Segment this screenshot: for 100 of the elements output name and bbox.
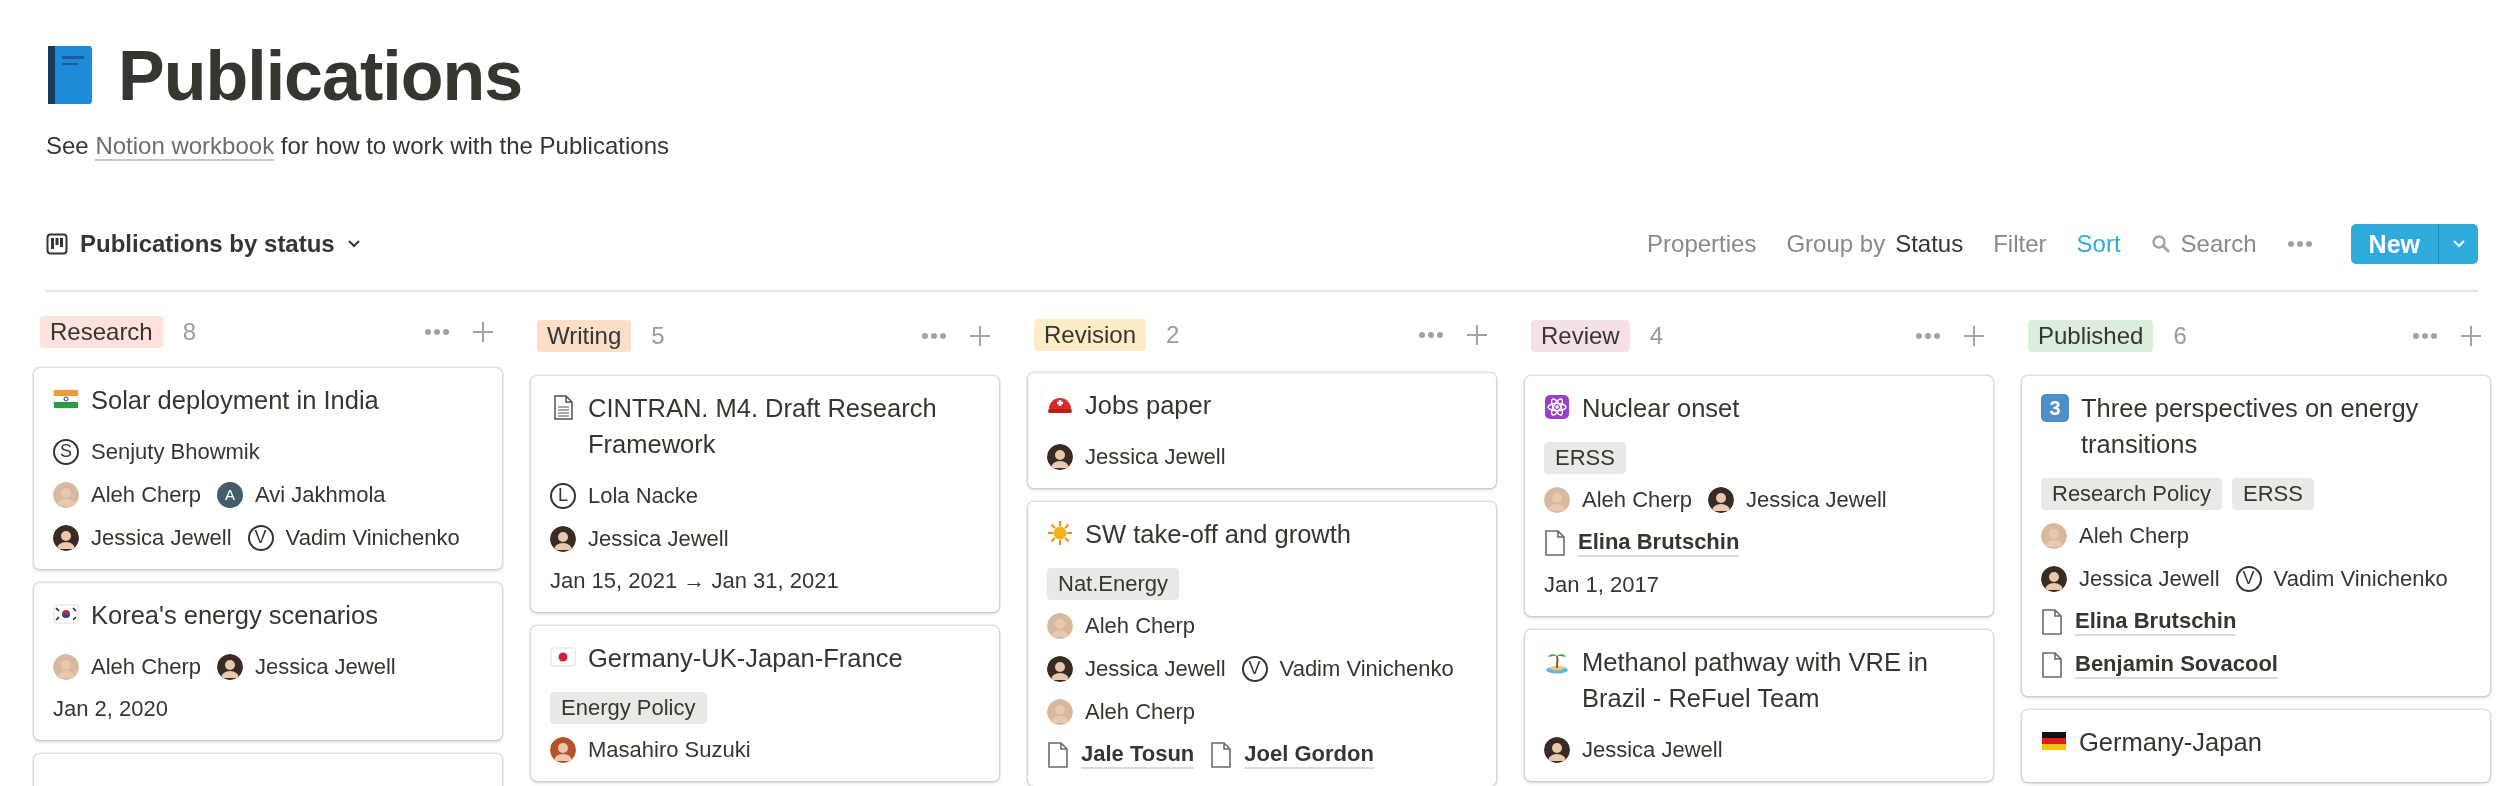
- person-name: Aleh Cherp: [1085, 612, 1196, 639]
- page-link[interactable]: Jale Tosun: [1081, 740, 1195, 769]
- card-count: 2: [1166, 320, 1180, 349]
- date-text: Jan 15, 2021 → Jan 31, 2021: [550, 567, 840, 595]
- page-link[interactable]: Joel Gordon: [1244, 740, 1374, 769]
- card-title: Solar deployment in India: [91, 385, 379, 416]
- add-icon[interactable]: [2460, 325, 2482, 347]
- card-title: Three perspectives on energy transitions: [2081, 393, 2420, 460]
- card[interactable]: Jobs paper Jessica Jewell: [1028, 373, 1496, 488]
- card[interactable]: Solar deployment in India S Senjuty Bhowmik Aleh Cherp A Avi Jakhmola Jessica Jewell V Vadim Vinichenko: [34, 368, 502, 569]
- card-title: Nuclear onset: [1582, 393, 1740, 424]
- tag: ERSS: [1544, 442, 1626, 474]
- person-name: Lola Nacke: [588, 482, 699, 509]
- person-name: Aleh Cherp: [1085, 698, 1196, 725]
- status-tag: Revision: [1034, 318, 1147, 351]
- atom-icon: [1544, 394, 1570, 420]
- toolbar-button[interactable]: Filter: [1993, 230, 2047, 258]
- chevron-icon: [346, 239, 361, 249]
- card[interactable]: 3 Three perspectives on energy transitions Research Policy ERSS Aleh Cherp Jessica Jewell V Vadim Vinichenko Elina Brutschin Benjamin Sovacool: [2022, 376, 2490, 696]
- flag-icon: [550, 644, 576, 670]
- search-button[interactable]: Search: [2150, 230, 2257, 258]
- person-name: Vadim Vinichenko: [285, 524, 460, 551]
- tag: Research Policy: [2041, 478, 2222, 510]
- avatar-initial: V: [2235, 565, 2262, 592]
- card[interactable]: Germany-Japan: [2022, 710, 2490, 782]
- person-name: Senjuty Bhowmik: [91, 438, 260, 465]
- person-name: Jessica Jewell: [91, 524, 232, 551]
- page-title: Publications: [118, 38, 523, 114]
- more-icon[interactable]: [2412, 332, 2438, 340]
- card-count: 4: [1649, 322, 1664, 350]
- card-title: Korea's energy scenarios: [91, 600, 378, 631]
- more-icon[interactable]: [1418, 330, 1444, 339]
- tag: ERSS: [2231, 478, 2314, 510]
- status-tag: Review: [1531, 320, 1630, 352]
- page-icon: [1210, 740, 1233, 769]
- dropdown-button[interactable]: [2438, 224, 2478, 264]
- avatar-initial: V: [1241, 655, 1268, 682]
- person-name: Jessica Jewell: [255, 653, 396, 680]
- group-by-button[interactable]: Group by Status: [1786, 230, 1964, 258]
- more-icon[interactable]: [424, 328, 450, 336]
- avatar-initial: L: [550, 482, 576, 509]
- date-text: Jan 1, 2017: [1544, 571, 1660, 599]
- page-link[interactable]: Elina Brutschin: [2075, 607, 2237, 636]
- board-icon: [46, 233, 68, 255]
- date-text: Jan 2, 2020: [53, 695, 169, 723]
- search-icon: [2150, 234, 2171, 254]
- person-name: Jessica Jewell: [588, 525, 729, 552]
- status-tag: Published: [2028, 320, 2154, 352]
- status-tag: Writing: [537, 320, 632, 352]
- add-icon[interactable]: [969, 325, 991, 347]
- card-title: CINTRAN. M4. Draft Research Framework: [588, 393, 938, 460]
- view-selector[interactable]: Publications by status: [46, 230, 361, 258]
- more-icon[interactable]: [921, 332, 947, 340]
- status-tag: Research: [40, 316, 163, 348]
- page-link[interactable]: Benjamin Sovacool: [2075, 650, 2278, 679]
- card-title: Germany-UK-Japan-France: [588, 643, 903, 674]
- avatar-initial: A: [217, 481, 244, 508]
- card-count: 8: [182, 318, 197, 346]
- card[interactable]: Korea's energy scenarios Aleh Cherp Jessica Jewell Jan 2, 2020: [34, 583, 502, 740]
- card-title: Methanol pathway with VRE in Brazil - ReFuel Team: [1582, 647, 1929, 714]
- person-name: Vadim Vinichenko: [2273, 565, 2448, 592]
- person-name: Aleh Cherp: [91, 481, 202, 508]
- tag: Energy Policy: [550, 692, 707, 724]
- card-count: 5: [651, 322, 665, 350]
- person-name: Aleh Cherp: [91, 653, 202, 680]
- card[interactable]: SW take-off and growth Nat.Energy Aleh Cherp Jessica Jewell V Vadim Vinichenko Aleh Cherp Jale Tosun Joel Gordon: [1028, 502, 1496, 786]
- flag-icon: [53, 601, 79, 627]
- chevron-icon: [2451, 239, 2466, 249]
- page-icon: [1047, 740, 1069, 769]
- toolbar-button[interactable]: Properties: [1647, 230, 1757, 258]
- person-name: Jessica Jewell: [2079, 565, 2220, 592]
- card-title: Germany-Japan: [2079, 727, 2262, 758]
- add-icon[interactable]: [1963, 325, 1985, 347]
- flag-icon: [53, 386, 79, 412]
- person-name: Jessica Jewell: [1582, 736, 1723, 763]
- person-name: Aleh Cherp: [2079, 522, 2190, 549]
- page-icon: [2041, 650, 2063, 679]
- sun-icon: [1047, 520, 1073, 546]
- page-icon: [2041, 607, 2063, 636]
- page-description: See Notion workbook for how to work with the Publications: [46, 131, 670, 162]
- card[interactable]: CINTRAN. M4. Draft Research Framework L Lola Nacke Jessica Jewell Jan 15, 2021 → Jan 31, 2021: [531, 376, 999, 612]
- more-icon[interactable]: [2286, 240, 2313, 248]
- page-icon: [1544, 528, 1566, 557]
- card[interactable]: Nuclear onset ERSS Aleh Cherp Jessica Jewell Elina Brutschin Jan 1, 2017: [1525, 376, 1993, 616]
- notion-workbook-link[interactable]: Notion workbook: [95, 132, 275, 161]
- card-title: Jobs paper: [1085, 390, 1212, 421]
- add-icon[interactable]: [472, 321, 494, 343]
- avatar-initial: S: [53, 438, 79, 465]
- card-count: 6: [2173, 322, 2187, 350]
- person-name: Aleh Cherp: [1582, 486, 1693, 513]
- add-icon[interactable]: [1466, 323, 1488, 346]
- card[interactable]: Methanol pathway with VRE in Brazil - ReFuel Team Jessica Jewell: [1525, 630, 1993, 781]
- person-name: Jessica Jewell: [1085, 655, 1226, 682]
- person-name: Vadim Vinichenko: [1279, 655, 1454, 682]
- more-icon[interactable]: [1915, 332, 1941, 340]
- person-name: Masahiro Suzuki: [588, 736, 751, 763]
- number-icon: 3: [2041, 394, 2069, 422]
- card[interactable]: Germany-UK-Japan-France Energy Policy Masahiro Suzuki: [531, 626, 999, 781]
- card-title: SW take-off and growth: [1085, 519, 1351, 550]
- page-link[interactable]: Elina Brutschin: [1578, 528, 1740, 557]
